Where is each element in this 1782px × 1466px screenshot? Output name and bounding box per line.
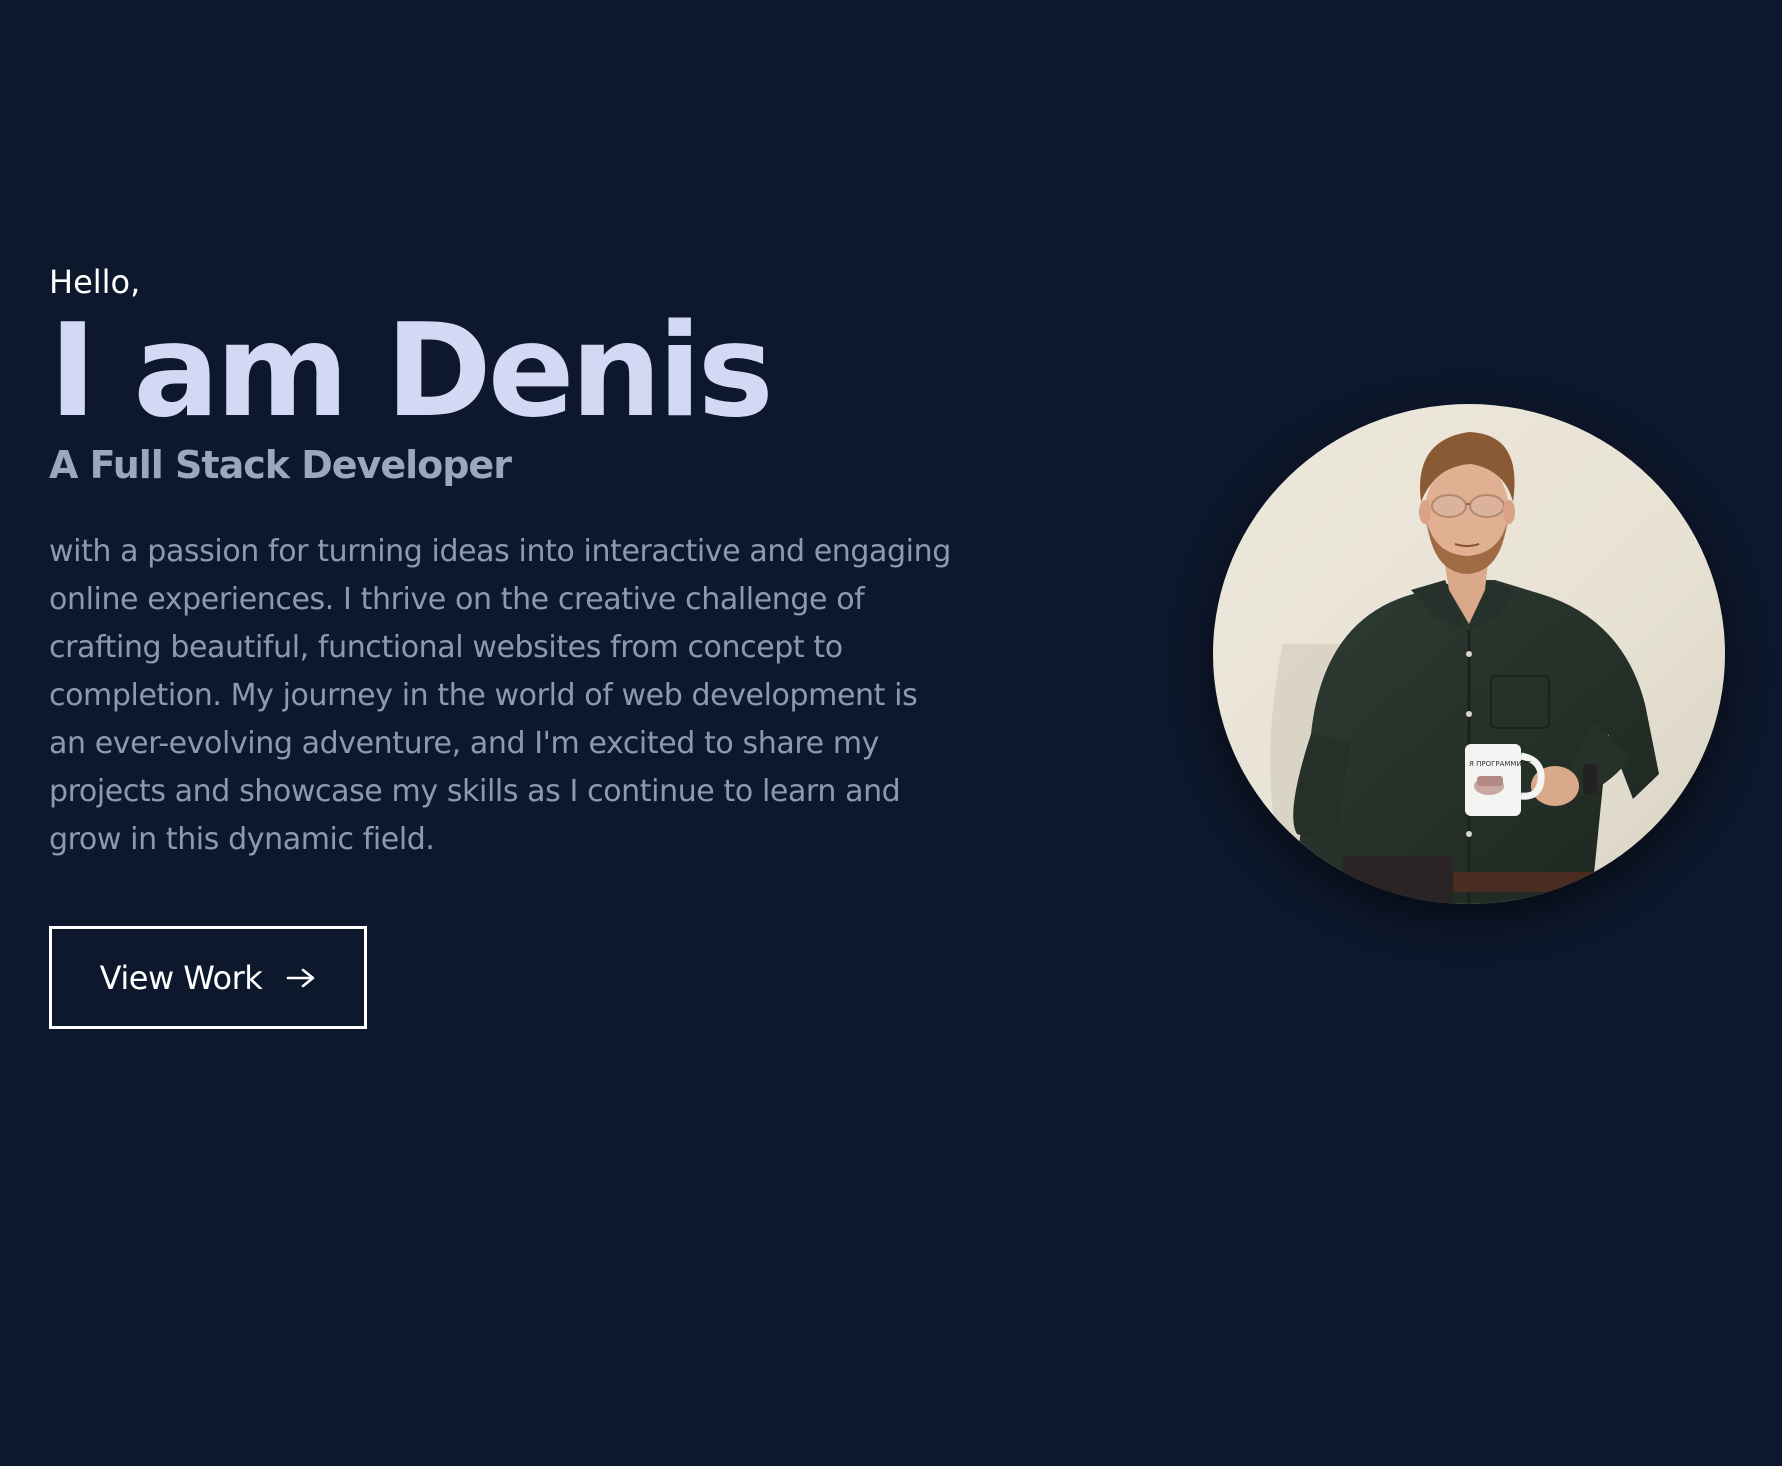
role-subtitle: A Full Stack Developer — [49, 443, 512, 487]
profile-avatar: Я ПРОГРАММИСТ — [1213, 404, 1725, 904]
bio-paragraph: with a passion for turning ideas into in… — [49, 534, 951, 857]
view-work-button[interactable]: View Work — [49, 926, 367, 1029]
arrow-right-icon — [286, 967, 316, 989]
mug-text: Я ПРОГРАММИСТ — [1469, 760, 1532, 768]
view-work-label: View Work — [99, 958, 263, 997]
hero-name-heading: I am Denis — [49, 297, 774, 446]
greeting-text: Hello, — [49, 263, 141, 301]
hero-section: Hello, I am Denis A Full Stack Developer… — [0, 0, 1782, 1466]
hero-text: Hello, I am Denis A Full Stack Developer… — [49, 262, 969, 864]
